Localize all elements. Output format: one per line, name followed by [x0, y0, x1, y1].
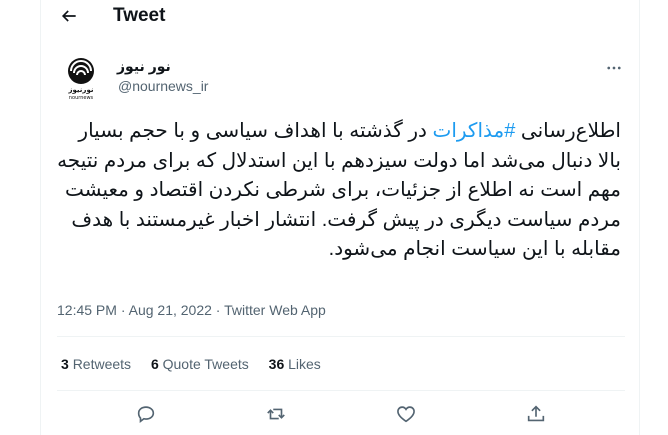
author-display-name[interactable]: نور نیوز	[117, 58, 237, 75]
share-button[interactable]	[522, 400, 550, 428]
like-icon	[397, 406, 415, 423]
retweets-stat[interactable]: 3 Retweets	[61, 356, 131, 372]
author-handle[interactable]: @nournews_ir	[118, 78, 208, 94]
avatar[interactable]: نورنیوز nournews	[57, 54, 105, 102]
like-button[interactable]	[392, 400, 420, 428]
quote-tweets-label: Quote Tweets	[162, 356, 249, 372]
reply-button[interactable]	[132, 400, 160, 428]
tweet-stats: 3 Retweets 6 Quote Tweets 36 Likes	[61, 356, 337, 372]
retweet-icon	[267, 408, 285, 420]
header: Tweet	[41, 0, 641, 32]
likes-stat[interactable]: 36 Likes	[269, 356, 321, 372]
tweet-detail-column: Tweet نورنیوز nournews نور نیوز @nournew…	[40, 0, 640, 435]
tweet-actions	[41, 398, 641, 430]
quote-tweets-count: 6	[150, 356, 159, 372]
meta-separator: ·	[116, 302, 129, 318]
meta-separator: ·	[211, 302, 225, 318]
nournews-logo-icon: نورنیوز nournews	[68, 58, 94, 100]
arrow-left-icon	[61, 10, 76, 22]
tweet-source[interactable]: Twitter Web App	[224, 302, 326, 318]
avatar-text: نورنیوز	[68, 86, 94, 94]
page-title: Tweet	[113, 5, 166, 26]
retweets-label: Retweets	[72, 356, 132, 372]
reply-icon	[137, 406, 155, 423]
likes-count: 36	[268, 356, 285, 372]
tweet-text: اطلاع‌رسانی #مذاکرات در گذشته با اهداف س…	[57, 117, 621, 265]
tweet-time[interactable]: 12:45 PM	[57, 302, 117, 318]
likes-label: Likes	[288, 356, 321, 372]
tweet-meta: 12:45 PM · Aug 21, 2022 · Twitter Web Ap…	[57, 302, 326, 318]
more-options-button[interactable]	[604, 58, 624, 78]
hashtag-link[interactable]: #مذاکرات	[433, 120, 516, 142]
back-button[interactable]	[57, 4, 81, 28]
quote-tweets-stat[interactable]: 6 Quote Tweets	[151, 356, 249, 372]
retweet-button[interactable]	[262, 400, 290, 428]
more-icon	[607, 66, 621, 70]
avatar-subtext: nournews	[69, 95, 94, 100]
retweets-count: 3	[61, 356, 69, 372]
divider	[57, 336, 625, 337]
tweet-date[interactable]: Aug 21, 2022	[129, 302, 212, 318]
tweet-text-part: اطلاع‌رسانی	[515, 120, 621, 142]
share-icon	[527, 405, 545, 422]
divider	[57, 390, 625, 391]
